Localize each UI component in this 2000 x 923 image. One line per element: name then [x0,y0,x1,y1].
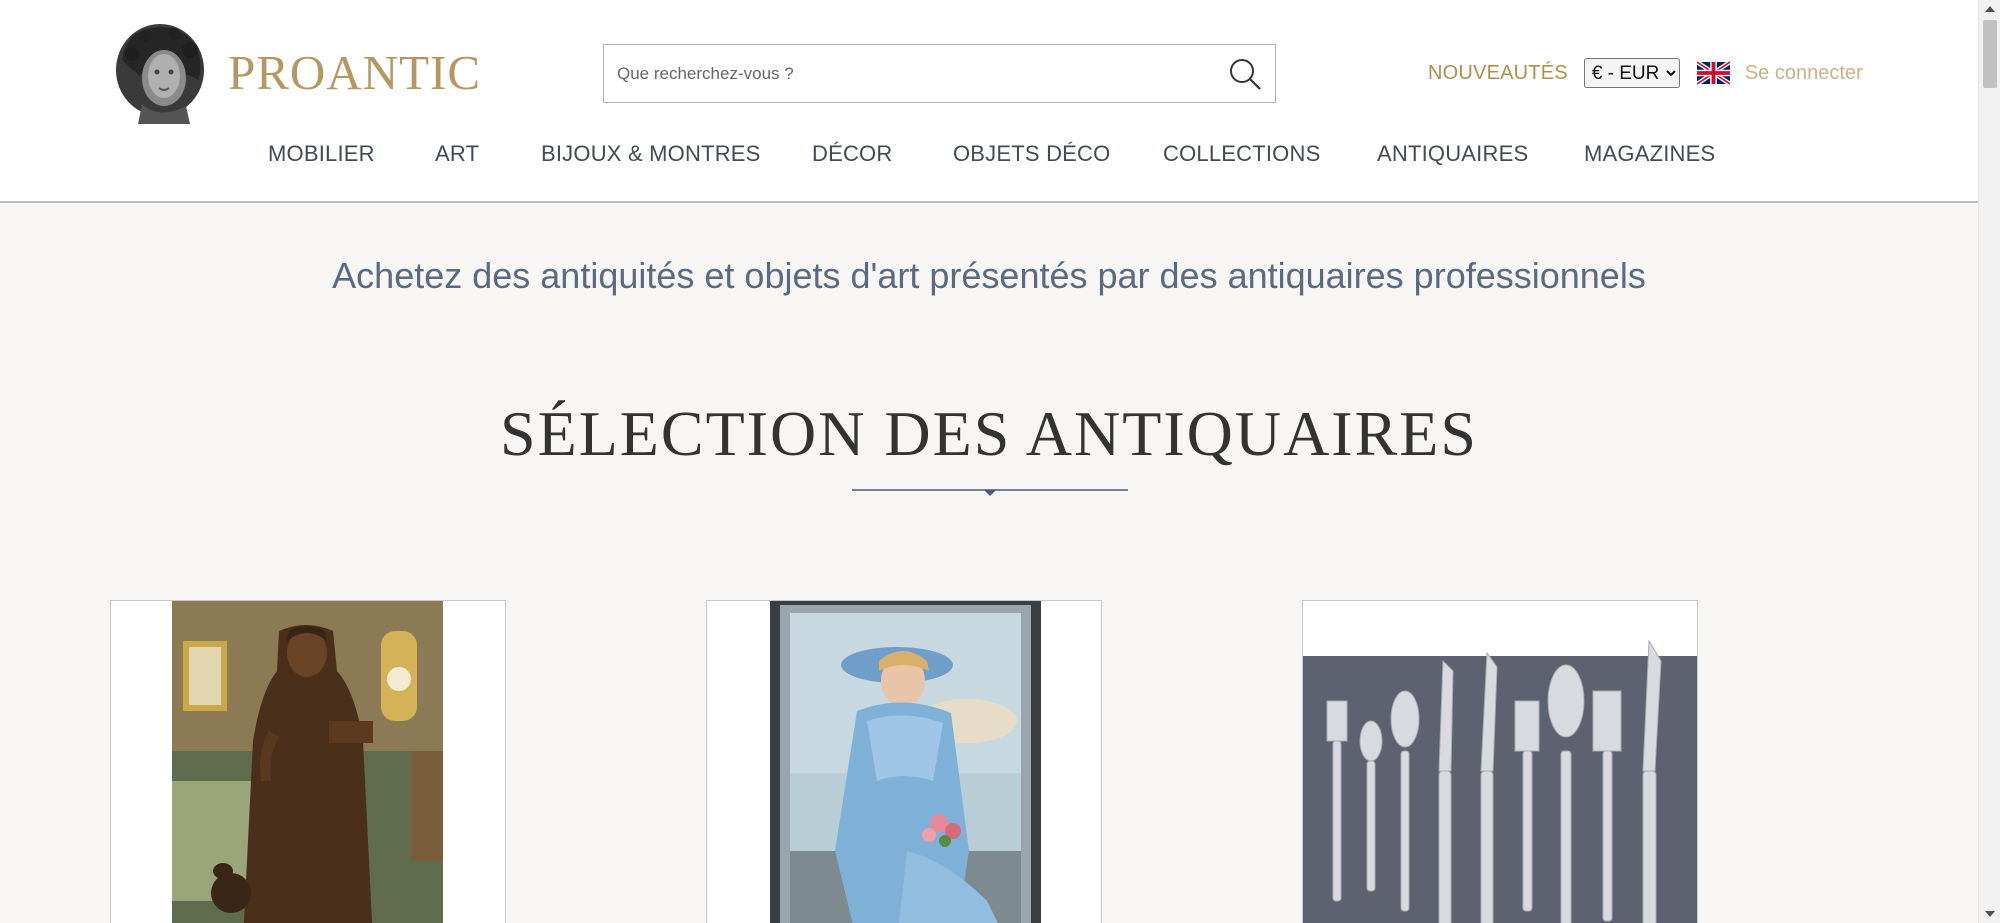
header-actions: NOUVEAUTÉS € - EUR Se connecter [1428,57,1863,89]
nav-item-collections[interactable]: COLLECTIONS [1163,141,1320,167]
nav-item-antiquaires[interactable]: ANTIQUAIRES [1377,141,1528,167]
nav-item-bijoux-montres[interactable]: BIJOUX & MONTRES [541,141,761,167]
scroll-up-arrow-icon[interactable] [1979,0,2000,18]
product-image-silverware [1303,601,1697,923]
logo-bust-icon [116,24,204,124]
section-title: SÉLECTION DES ANTIQUAIRES [500,398,1478,469]
site-header: PROANTIC NOUVEAUTÉS € - EUR Se connecter… [0,0,1978,203]
logo-text: PROANTIC [228,44,482,100]
main-nav: MOBILIER ART BIJOUX & MONTRES DÉCOR OBJE… [0,141,1978,187]
uk-flag-icon[interactable] [1696,61,1730,85]
product-card-statue[interactable] [110,600,506,923]
search-icon[interactable] [1215,45,1275,102]
nav-item-magazines[interactable]: MAGAZINES [1584,141,1715,167]
nouveautes-link[interactable]: NOUVEAUTÉS [1428,62,1568,85]
page-tagline: Achetez des antiquités et objets d'art p… [332,255,1646,296]
scrollbar-thumb[interactable] [1983,20,1997,88]
search-input[interactable] [604,45,1215,102]
nav-item-art[interactable]: ART [435,141,479,167]
product-card-silverware[interactable] [1302,600,1698,923]
scroll-down-arrow-icon[interactable] [1979,905,2000,923]
search-bar [603,44,1276,103]
currency-select[interactable]: € - EUR [1583,58,1680,88]
login-link[interactable]: Se connecter [1745,62,1863,85]
title-divider [852,489,1128,496]
nav-item-decor[interactable]: DÉCOR [812,141,892,167]
nav-item-mobilier[interactable]: MOBILIER [268,141,375,167]
nav-item-objets-deco[interactable]: OBJETS DÉCO [953,141,1110,167]
product-card-painting[interactable] [706,600,1102,923]
product-image-statue [111,601,505,923]
product-image-painting [707,601,1101,923]
site-logo[interactable]: PROANTIC [112,20,481,124]
page-scrollbar[interactable] [1978,0,2000,923]
